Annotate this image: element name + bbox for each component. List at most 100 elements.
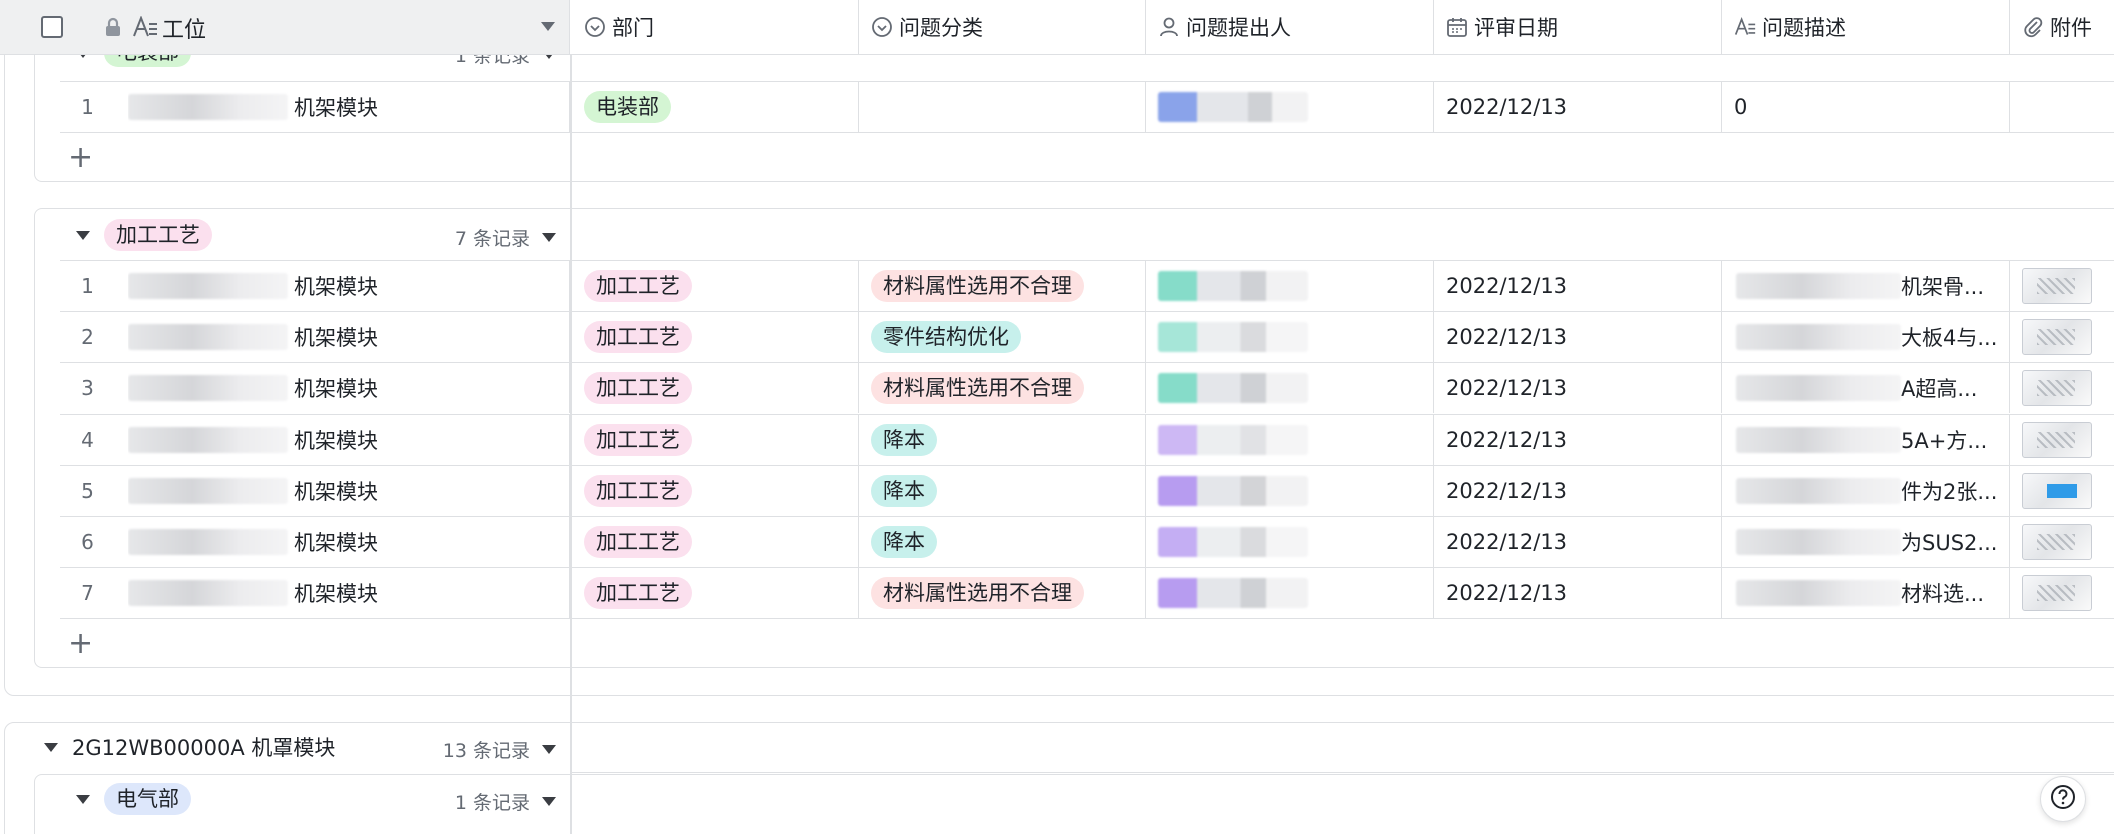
- cell-submitter[interactable]: [1146, 261, 1434, 311]
- cell-dept[interactable]: 加工工艺: [572, 312, 859, 363]
- cell-dept[interactable]: 电装部: [572, 82, 859, 132]
- cell-description[interactable]: 大板4与...: [1722, 312, 2010, 363]
- attachment-thumbnail[interactable]: [2022, 575, 2092, 612]
- cell-category[interactable]: 材料属性选用不合理: [859, 363, 1146, 414]
- cell-attachment[interactable]: [2010, 261, 2114, 311]
- table-row[interactable]: 5 机架模块 加工工艺 降本 2022/12/13 件为2张...: [60, 464, 2114, 516]
- cell-review-date[interactable]: 2022/12/13: [1434, 568, 1722, 619]
- cell-category[interactable]: 材料属性选用不合理: [859, 568, 1146, 619]
- attachment-thumbnail[interactable]: [2022, 524, 2092, 560]
- dept-tag: 加工工艺: [584, 321, 692, 354]
- cell-station[interactable]: 机架模块: [128, 312, 570, 363]
- cell-attachment[interactable]: [2010, 82, 2114, 132]
- cell-attachment[interactable]: [2010, 568, 2114, 618]
- cell-dept[interactable]: 加工工艺: [572, 465, 859, 516]
- cell-submitter[interactable]: [1146, 363, 1434, 414]
- redacted-person: [1158, 424, 1308, 455]
- column-header-station[interactable]: 工位: [0, 0, 570, 54]
- select-all-checkbox[interactable]: [41, 16, 63, 38]
- cell-attachment[interactable]: [2010, 415, 2114, 465]
- group-header-hood-module[interactable]: 2G12WB00000A 机罩模块 13 条记录: [44, 722, 570, 772]
- cell-dept[interactable]: 加工工艺: [572, 517, 859, 567]
- cell-submitter[interactable]: [1146, 82, 1434, 132]
- add-record-button[interactable]: +: [60, 618, 2114, 668]
- date-text: 2022/12/13: [1446, 376, 1568, 401]
- group-header-electric[interactable]: 电气部 1 条记录: [76, 774, 570, 824]
- cell-submitter[interactable]: [1146, 465, 1434, 516]
- frozen-column-divider[interactable]: [570, 0, 572, 834]
- cell-review-date[interactable]: 2022/12/13: [1434, 261, 1722, 311]
- cell-station[interactable]: 机架模块: [128, 465, 570, 516]
- cell-submitter[interactable]: [1146, 568, 1434, 619]
- cell-attachment[interactable]: [2010, 466, 2114, 516]
- attachment-thumbnail[interactable]: [2022, 319, 2092, 356]
- column-header-dept[interactable]: 部门: [572, 0, 859, 54]
- table-row[interactable]: 1 机架模块 电装部 2022/12/13 0: [60, 81, 2114, 132]
- cell-description[interactable]: 为SUS2...: [1722, 517, 2010, 567]
- cell-attachment[interactable]: [2010, 312, 2114, 362]
- group-count[interactable]: 1 条记录: [455, 788, 556, 815]
- cell-submitter[interactable]: [1146, 312, 1434, 363]
- cell-submitter[interactable]: [1146, 414, 1434, 465]
- redacted-text: [128, 426, 288, 453]
- table-row[interactable]: 6 机架模块 加工工艺 降本 2022/12/13 为SUS2...: [60, 516, 2114, 567]
- column-header-label: 附件: [2050, 16, 2092, 40]
- cell-dept[interactable]: 加工工艺: [572, 414, 859, 465]
- column-header-description[interactable]: 问题描述: [1722, 0, 2010, 54]
- cell-review-date[interactable]: 2022/12/13: [1434, 82, 1722, 132]
- group-header-processing[interactable]: 加工工艺 7 条记录: [76, 210, 570, 260]
- cell-description[interactable]: A超高...: [1722, 363, 2010, 414]
- cell-category[interactable]: [859, 82, 1146, 132]
- cell-station[interactable]: 机架模块: [128, 261, 570, 311]
- cell-station[interactable]: 机架模块: [128, 414, 570, 465]
- table-row[interactable]: 4 机架模块 加工工艺 降本 2022/12/13 5A+方...: [60, 413, 2114, 465]
- column-menu-chevron-down-icon[interactable]: [541, 22, 555, 31]
- cell-dept[interactable]: 加工工艺: [572, 568, 859, 619]
- group-count[interactable]: 7 条记录: [455, 224, 556, 251]
- cell-category[interactable]: 降本: [859, 414, 1146, 465]
- cell-description[interactable]: 件为2张...: [1722, 465, 2010, 516]
- cell-dept[interactable]: 加工工艺: [572, 261, 859, 311]
- cell-station[interactable]: 机架模块: [128, 517, 570, 567]
- cell-category[interactable]: 零件结构优化: [859, 312, 1146, 363]
- cell-category[interactable]: 降本: [859, 517, 1146, 567]
- cell-description[interactable]: 0: [1722, 82, 2010, 132]
- cell-attachment[interactable]: [2010, 363, 2114, 413]
- help-button[interactable]: [2040, 776, 2086, 822]
- collapse-caret-icon[interactable]: [76, 230, 90, 240]
- cell-review-date[interactable]: 2022/12/13: [1434, 517, 1722, 567]
- table-row[interactable]: 2 机架模块 加工工艺 零件结构优化 2022/12/13 大板4与...: [60, 311, 2114, 363]
- cell-station[interactable]: 机架模块: [128, 568, 570, 619]
- column-header-category[interactable]: 问题分类: [859, 0, 1146, 54]
- cell-description[interactable]: 5A+方...: [1722, 414, 2010, 465]
- cell-category[interactable]: 降本: [859, 465, 1146, 516]
- column-header-submitter[interactable]: 问题提出人: [1146, 0, 1434, 54]
- cell-review-date[interactable]: 2022/12/13: [1434, 312, 1722, 363]
- table-row[interactable]: 3 机架模块 加工工艺 材料属性选用不合理 2022/12/13 A超高...: [60, 362, 2114, 414]
- attachment-thumbnail[interactable]: [2022, 268, 2092, 304]
- redacted-text: [1736, 580, 1901, 607]
- collapse-caret-icon[interactable]: [76, 794, 90, 804]
- collapse-caret-icon[interactable]: [44, 742, 58, 752]
- cell-station[interactable]: 机架模块: [128, 82, 570, 132]
- column-header-attachment[interactable]: 附件: [2010, 0, 2114, 54]
- cell-category[interactable]: 材料属性选用不合理: [859, 261, 1146, 311]
- cell-review-date[interactable]: 2022/12/13: [1434, 363, 1722, 414]
- cell-review-date[interactable]: 2022/12/13: [1434, 465, 1722, 516]
- attachment-thumbnail[interactable]: [2022, 370, 2092, 407]
- cell-dept[interactable]: 加工工艺: [572, 363, 859, 414]
- group-count-label: 13 条记录: [442, 740, 530, 762]
- cell-review-date[interactable]: 2022/12/13: [1434, 414, 1722, 465]
- column-header-review-date[interactable]: 评审日期: [1434, 0, 1722, 54]
- table-row[interactable]: 7 机架模块 加工工艺 材料属性选用不合理 2022/12/13 材料选...: [60, 567, 2114, 619]
- group-count[interactable]: 13 条记录: [443, 736, 556, 763]
- cell-station[interactable]: 机架模块: [128, 363, 570, 414]
- table-row[interactable]: 1 机架模块 加工工艺 材料属性选用不合理 2022/12/13 机架骨...: [60, 260, 2114, 311]
- cell-description[interactable]: 机架骨...: [1722, 261, 2010, 311]
- cell-submitter[interactable]: [1146, 517, 1434, 567]
- attachment-thumbnail[interactable]: [2022, 472, 2092, 509]
- attachment-thumbnail[interactable]: [2022, 421, 2092, 458]
- add-record-button[interactable]: +: [60, 132, 2114, 182]
- cell-description[interactable]: 材料选...: [1722, 568, 2010, 619]
- cell-attachment[interactable]: [2010, 517, 2114, 567]
